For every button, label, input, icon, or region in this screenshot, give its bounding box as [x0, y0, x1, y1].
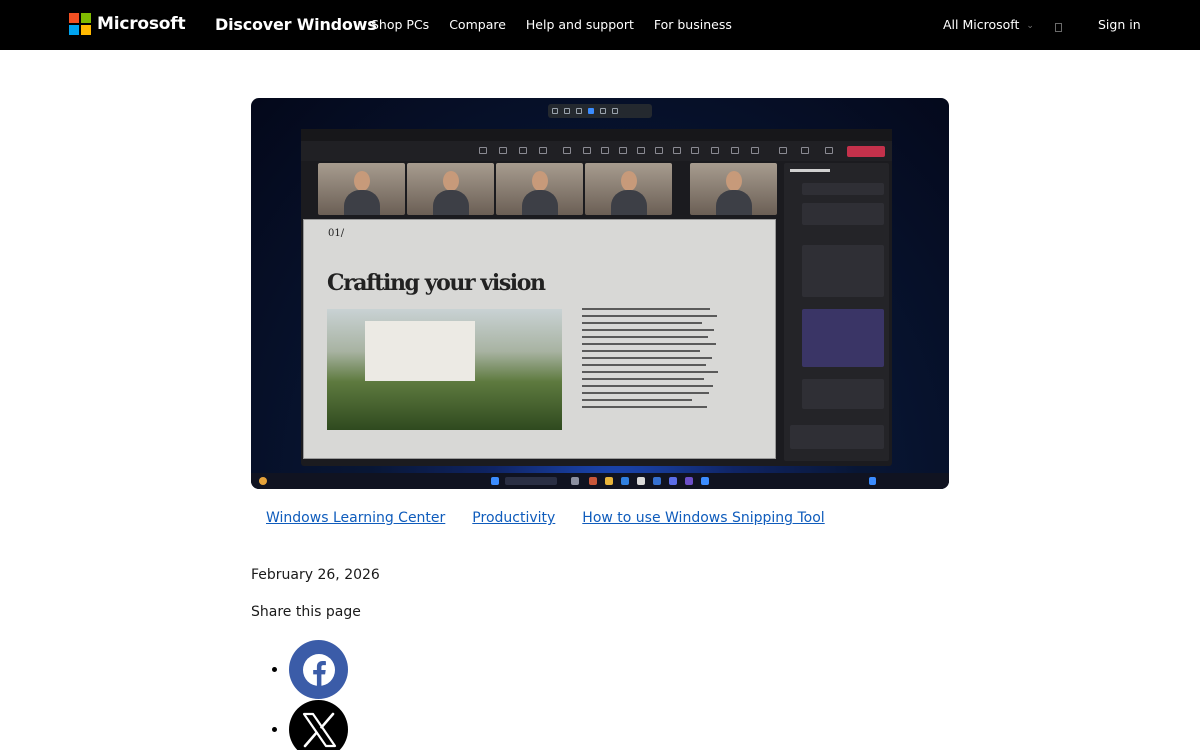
facebook-icon	[302, 653, 335, 686]
share-label: Share this page	[251, 604, 361, 620]
hero-image: 01/ Crafting your vision	[251, 98, 949, 489]
slide-heading: Crafting your vision	[327, 270, 546, 296]
microsoft-logo[interactable]: Microsoft	[69, 13, 186, 35]
tag-link-productivity[interactable]: Productivity	[472, 510, 555, 526]
teams-meeting-window-image: 01/ Crafting your vision	[301, 129, 892, 466]
publish-date: February 26, 2026	[251, 567, 380, 583]
microsoft-logo-icon	[69, 13, 91, 35]
windows-taskbar-image	[251, 473, 949, 489]
x-share-button[interactable]	[289, 700, 348, 750]
chevron-down-icon: ⌄	[1026, 21, 1034, 31]
meeting-chat-panel-image	[784, 163, 889, 461]
nav-link-shop-pcs[interactable]: Shop PCs	[371, 17, 429, 32]
top-navigation: Microsoft Discover Windows Shop PCs Comp…	[0, 0, 1200, 50]
related-topic-links: Windows Learning Center Productivity How…	[266, 510, 852, 526]
primary-nav: Shop PCs Compare Help and support For bu…	[371, 17, 752, 32]
share-item-facebook	[272, 640, 348, 699]
all-microsoft-label: All Microsoft	[943, 17, 1020, 32]
all-microsoft-menu[interactable]: All Microsoft ⌄	[943, 17, 1034, 32]
share-item-x	[272, 700, 348, 750]
nav-link-help-and-support[interactable]: Help and support	[526, 17, 634, 32]
list-bullet	[272, 727, 277, 732]
facebook-share-button[interactable]	[289, 640, 348, 699]
nav-link-compare[interactable]: Compare	[449, 17, 506, 32]
slide-number: 01/	[328, 228, 345, 239]
tag-link-windows-learning-center[interactable]: Windows Learning Center	[266, 510, 445, 526]
presentation-slide-image: 01/ Crafting your vision	[303, 219, 776, 459]
site-title-link[interactable]: Discover Windows	[215, 15, 377, 34]
tag-link-snipping-tool[interactable]: How to use Windows Snipping Tool	[582, 510, 824, 526]
brand-name: Microsoft	[97, 14, 186, 34]
sign-in-link[interactable]: Sign in	[1098, 17, 1141, 32]
cart-icon[interactable]	[1055, 23, 1062, 32]
nav-link-for-business[interactable]: For business	[654, 17, 732, 32]
list-bullet	[272, 667, 277, 672]
x-icon	[302, 712, 336, 747]
snipping-toolbar-image	[548, 104, 652, 118]
